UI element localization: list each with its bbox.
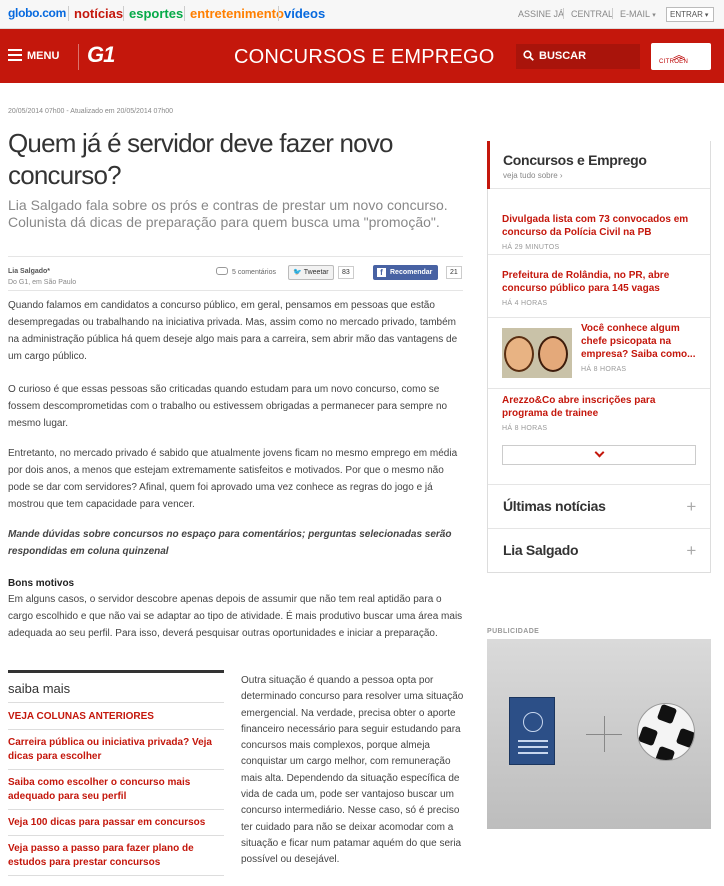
tweet-button[interactable]: 🐦 Tweetar [288,265,334,280]
news-time: HÁ 8 HORAS [581,366,627,373]
chevron-down-icon [594,447,605,458]
sponsor-name: CITROËN [659,59,689,65]
work-card-icon [509,697,555,765]
plus-icon: + [686,497,696,516]
load-more-button[interactable] [502,445,696,465]
article-paragraph: O curioso é que essas pessoas são critic… [8,384,448,429]
divider [8,256,463,257]
author-name[interactable]: Lia Salgado* [8,266,76,277]
nav-divider [278,6,279,21]
author-block: Lia Salgado* Do G1, em São Paulo [8,266,76,288]
sidebar-widget: Concursos e Emprego veja tudo sobre › Di… [487,141,711,573]
facebook-recommend-button[interactable]: f Recomendar [373,265,439,280]
chevron-down-icon: ▾ [704,12,709,19]
fb-label: Recomendar [390,269,433,276]
news-item-inner: Arezzo&Co abre inscrições para programa … [488,394,710,432]
saiba-mais-box: saiba mais VEJA COLUNAS ANTERIORES Carre… [8,670,224,876]
saiba-mais-link[interactable]: Veja 100 dicas para passar em concursos [8,810,224,836]
nav-divider [68,6,69,21]
chevron-down-icon: ▾ [652,12,656,19]
ultimas-noticias-toggle[interactable]: Últimas notícias + [488,484,710,528]
news-time: HÁ 29 MINUTOS [502,244,560,251]
menu-button[interactable]: MENU [27,50,59,62]
email-link[interactable]: E-MAIL ▾ [620,9,656,19]
see-all-link[interactable]: veja tudo sobre › [503,171,710,180]
collapsible-label: Lia Salgado [503,542,579,558]
article-title: Quem já é servidor deve fazer novo concu… [8,128,393,190]
accent-bar [487,141,490,189]
news-title[interactable]: Prefeitura de Rolândia, no PR, abre conc… [502,269,696,295]
entrar-button[interactable]: ENTRAR ▾ [666,7,714,22]
plus-icon: + [686,541,696,560]
soccer-ball-icon [637,703,695,761]
saiba-mais-link[interactable]: Veja passo a passo para fazer plano de e… [8,836,224,876]
divider [8,290,463,291]
news-title[interactable]: Arezzo&Co abre inscrições para programa … [502,394,696,420]
article-paragraph: Em alguns casos, o servidor descobre ape… [8,594,463,639]
email-label: E-MAIL [620,9,650,19]
news-item[interactable]: Arezzo&Co abre inscrições para programa … [488,389,710,484]
sidebar-header: Concursos e Emprego veja tudo sobre › [488,141,710,189]
comments-label: 5 comentários [232,269,276,276]
article-paragraph: Quando falamos em candidatos a concurso … [8,300,458,362]
search-label: BUSCAR [539,50,587,62]
comment-bubble-icon [216,267,228,275]
article-date: 20/05/2014 07h00 - Atualizado em 20/05/2… [8,108,174,115]
hamburger-icon[interactable] [8,49,22,61]
comments-link[interactable]: 5 comentários [216,267,276,276]
nav-divider [123,6,124,21]
nav-divider [563,8,564,19]
lia-salgado-toggle[interactable]: Lia Salgado + [488,528,710,572]
g1-logo[interactable]: G1 [87,42,115,68]
tweet-label: Tweetar [303,269,329,276]
saiba-mais-heading: saiba mais [8,673,224,703]
news-item[interactable]: Divulgada lista com 73 convocados em con… [488,189,710,255]
nav-noticias[interactable]: notícias [74,6,123,21]
article-paragraph: Outra situação é quando a pessoa opta po… [241,675,464,866]
news-thumbnail[interactable] [502,328,572,378]
search-icon [523,50,534,61]
sidebar-title[interactable]: Concursos e Emprego [503,152,710,168]
nav-entretenimento[interactable]: entretenimento [190,6,284,21]
assine-link[interactable]: ASSINE JÁ [518,9,564,19]
header-divider [78,44,79,70]
nav-divider [612,8,613,19]
saiba-mais-link[interactable]: VEJA COLUNAS ANTERIORES [8,703,224,730]
news-item[interactable]: Você conhece algum chefe psicopata na em… [488,318,710,389]
author-place: Do G1, em São Paulo [8,279,77,286]
facebook-icon: f [377,268,386,277]
plus-icon [604,716,605,752]
section-title[interactable]: CONCURSOS E EMPREGO [234,46,495,69]
nav-videos[interactable]: vídeos [284,6,325,21]
news-time: HÁ 4 HORAS [502,300,548,307]
g1-header: MENU G1 CONCURSOS E EMPREGO BUSCAR ︽ CIT… [0,29,724,83]
news-title[interactable]: Você conhece algum chefe psicopata na em… [581,322,696,361]
ad-label: PUBLICIDADE [487,628,540,635]
nav-divider [184,6,185,21]
entrar-label: ENTRAR [670,10,703,19]
news-item[interactable]: Prefeitura de Rolândia, no PR, abre conc… [488,255,710,318]
article-subtitle: Lia Salgado fala sobre os prós e contras… [8,197,448,230]
article-highlight: Mande dúvidas sobre concursos no espaço … [8,529,452,557]
news-time: HÁ 8 HORAS [502,425,548,432]
fb-count: 21 [446,266,462,279]
tweet-count: 83 [338,266,354,279]
news-title[interactable]: Divulgada lista com 73 convocados em con… [502,213,696,239]
article-paragraph: Entretanto, no mercado privado é sabido … [8,448,458,510]
globo-logo[interactable]: globo.com [8,6,66,20]
central-link[interactable]: CENTRAL [571,9,613,19]
twitter-bird-icon: 🐦 [293,269,302,276]
globo-top-bar: globo.com notícias esportes entretenimen… [0,0,724,29]
nav-esportes[interactable]: esportes [129,6,183,21]
saiba-mais-link[interactable]: Saiba como escolher o concurso mais adeq… [8,770,224,810]
advertisement[interactable] [487,639,711,829]
collapsible-label: Últimas notícias [503,498,606,514]
search-button[interactable]: BUSCAR [516,44,640,69]
article-subheading: Bons motivos [8,578,75,589]
saiba-mais-link[interactable]: Carreira pública ou iniciativa privada? … [8,730,224,770]
sponsor-logo[interactable]: ︽ CITROËN [651,43,711,70]
